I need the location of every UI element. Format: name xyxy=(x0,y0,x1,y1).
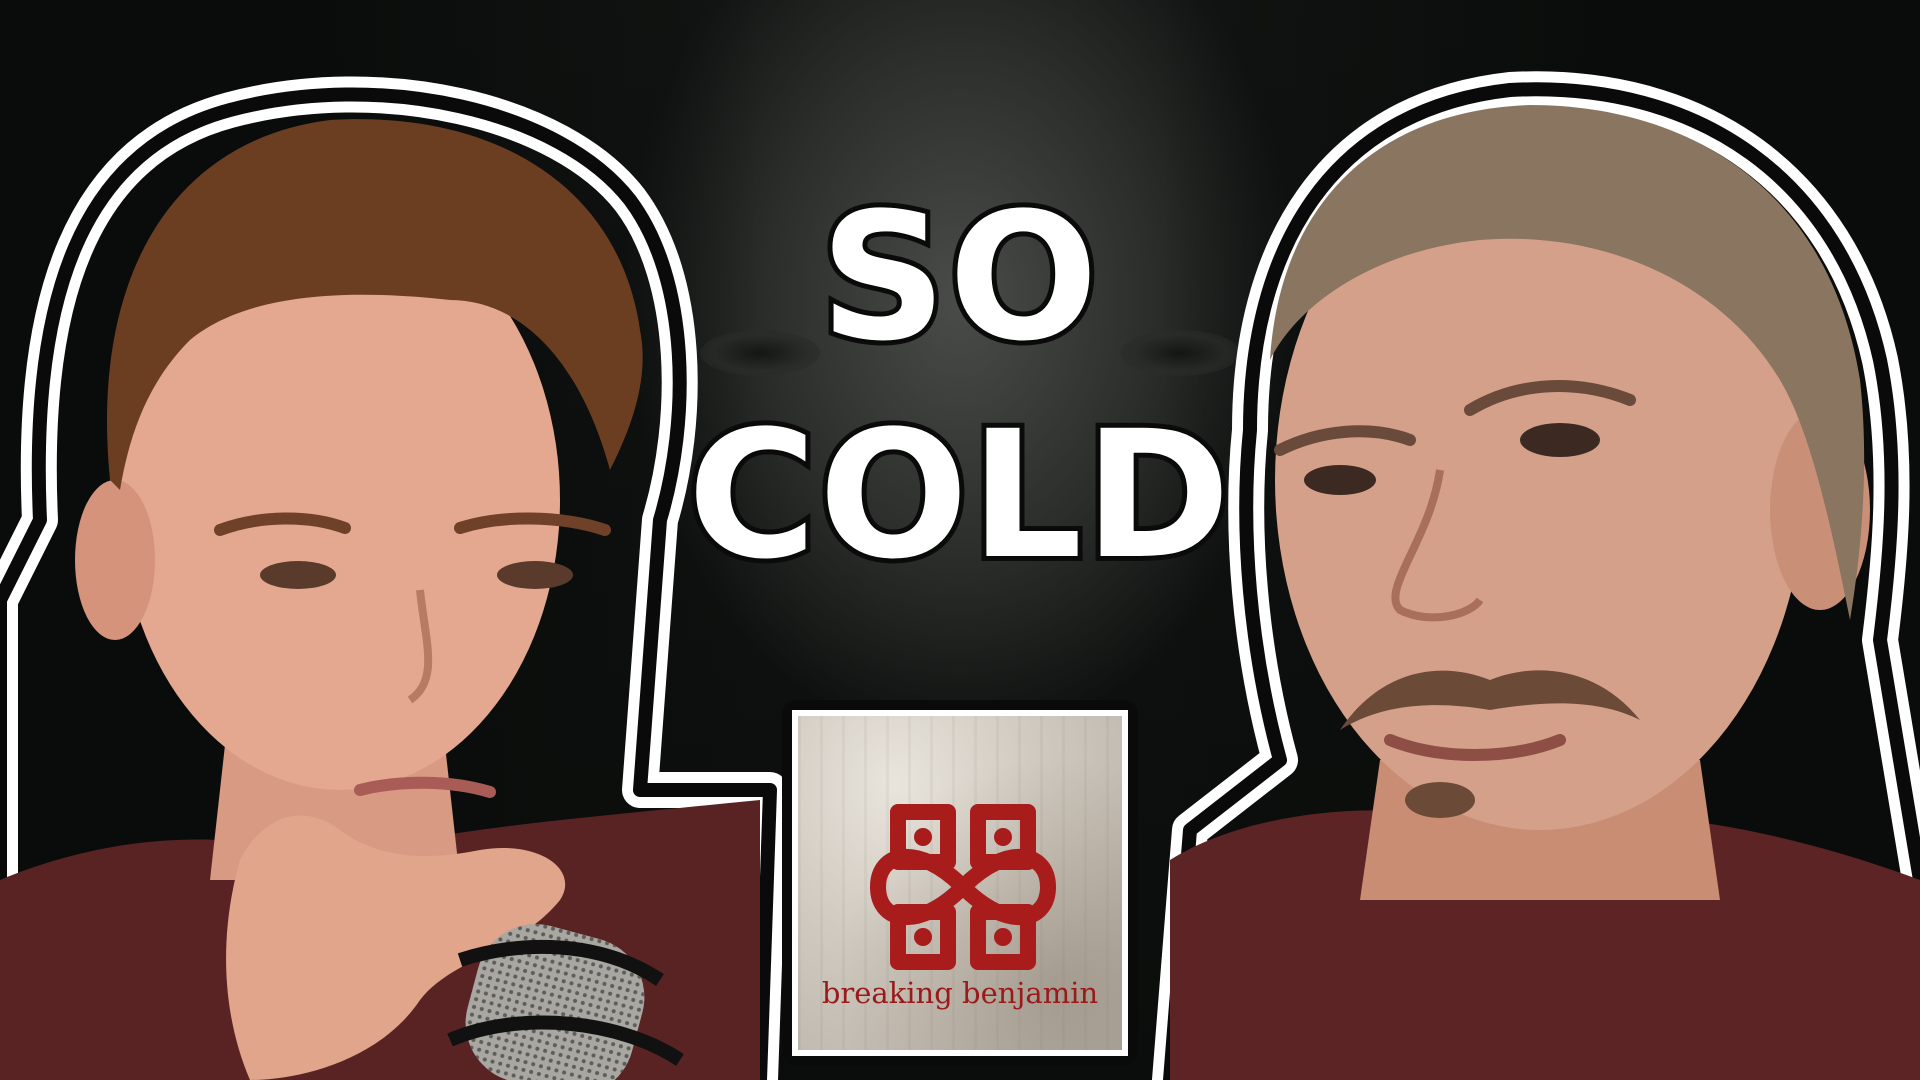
album-art: breaking benjamin xyxy=(792,710,1128,1056)
title-line-so: SO xyxy=(815,175,1103,380)
title-line-cold: COLD xyxy=(682,393,1235,598)
album-cover: breaking benjamin xyxy=(782,700,1138,1066)
celtic-heart-knot-icon xyxy=(870,804,1056,970)
band-name: breaking benjamin xyxy=(821,976,1099,1010)
thumbnail-title: SO COLD xyxy=(610,175,1310,598)
